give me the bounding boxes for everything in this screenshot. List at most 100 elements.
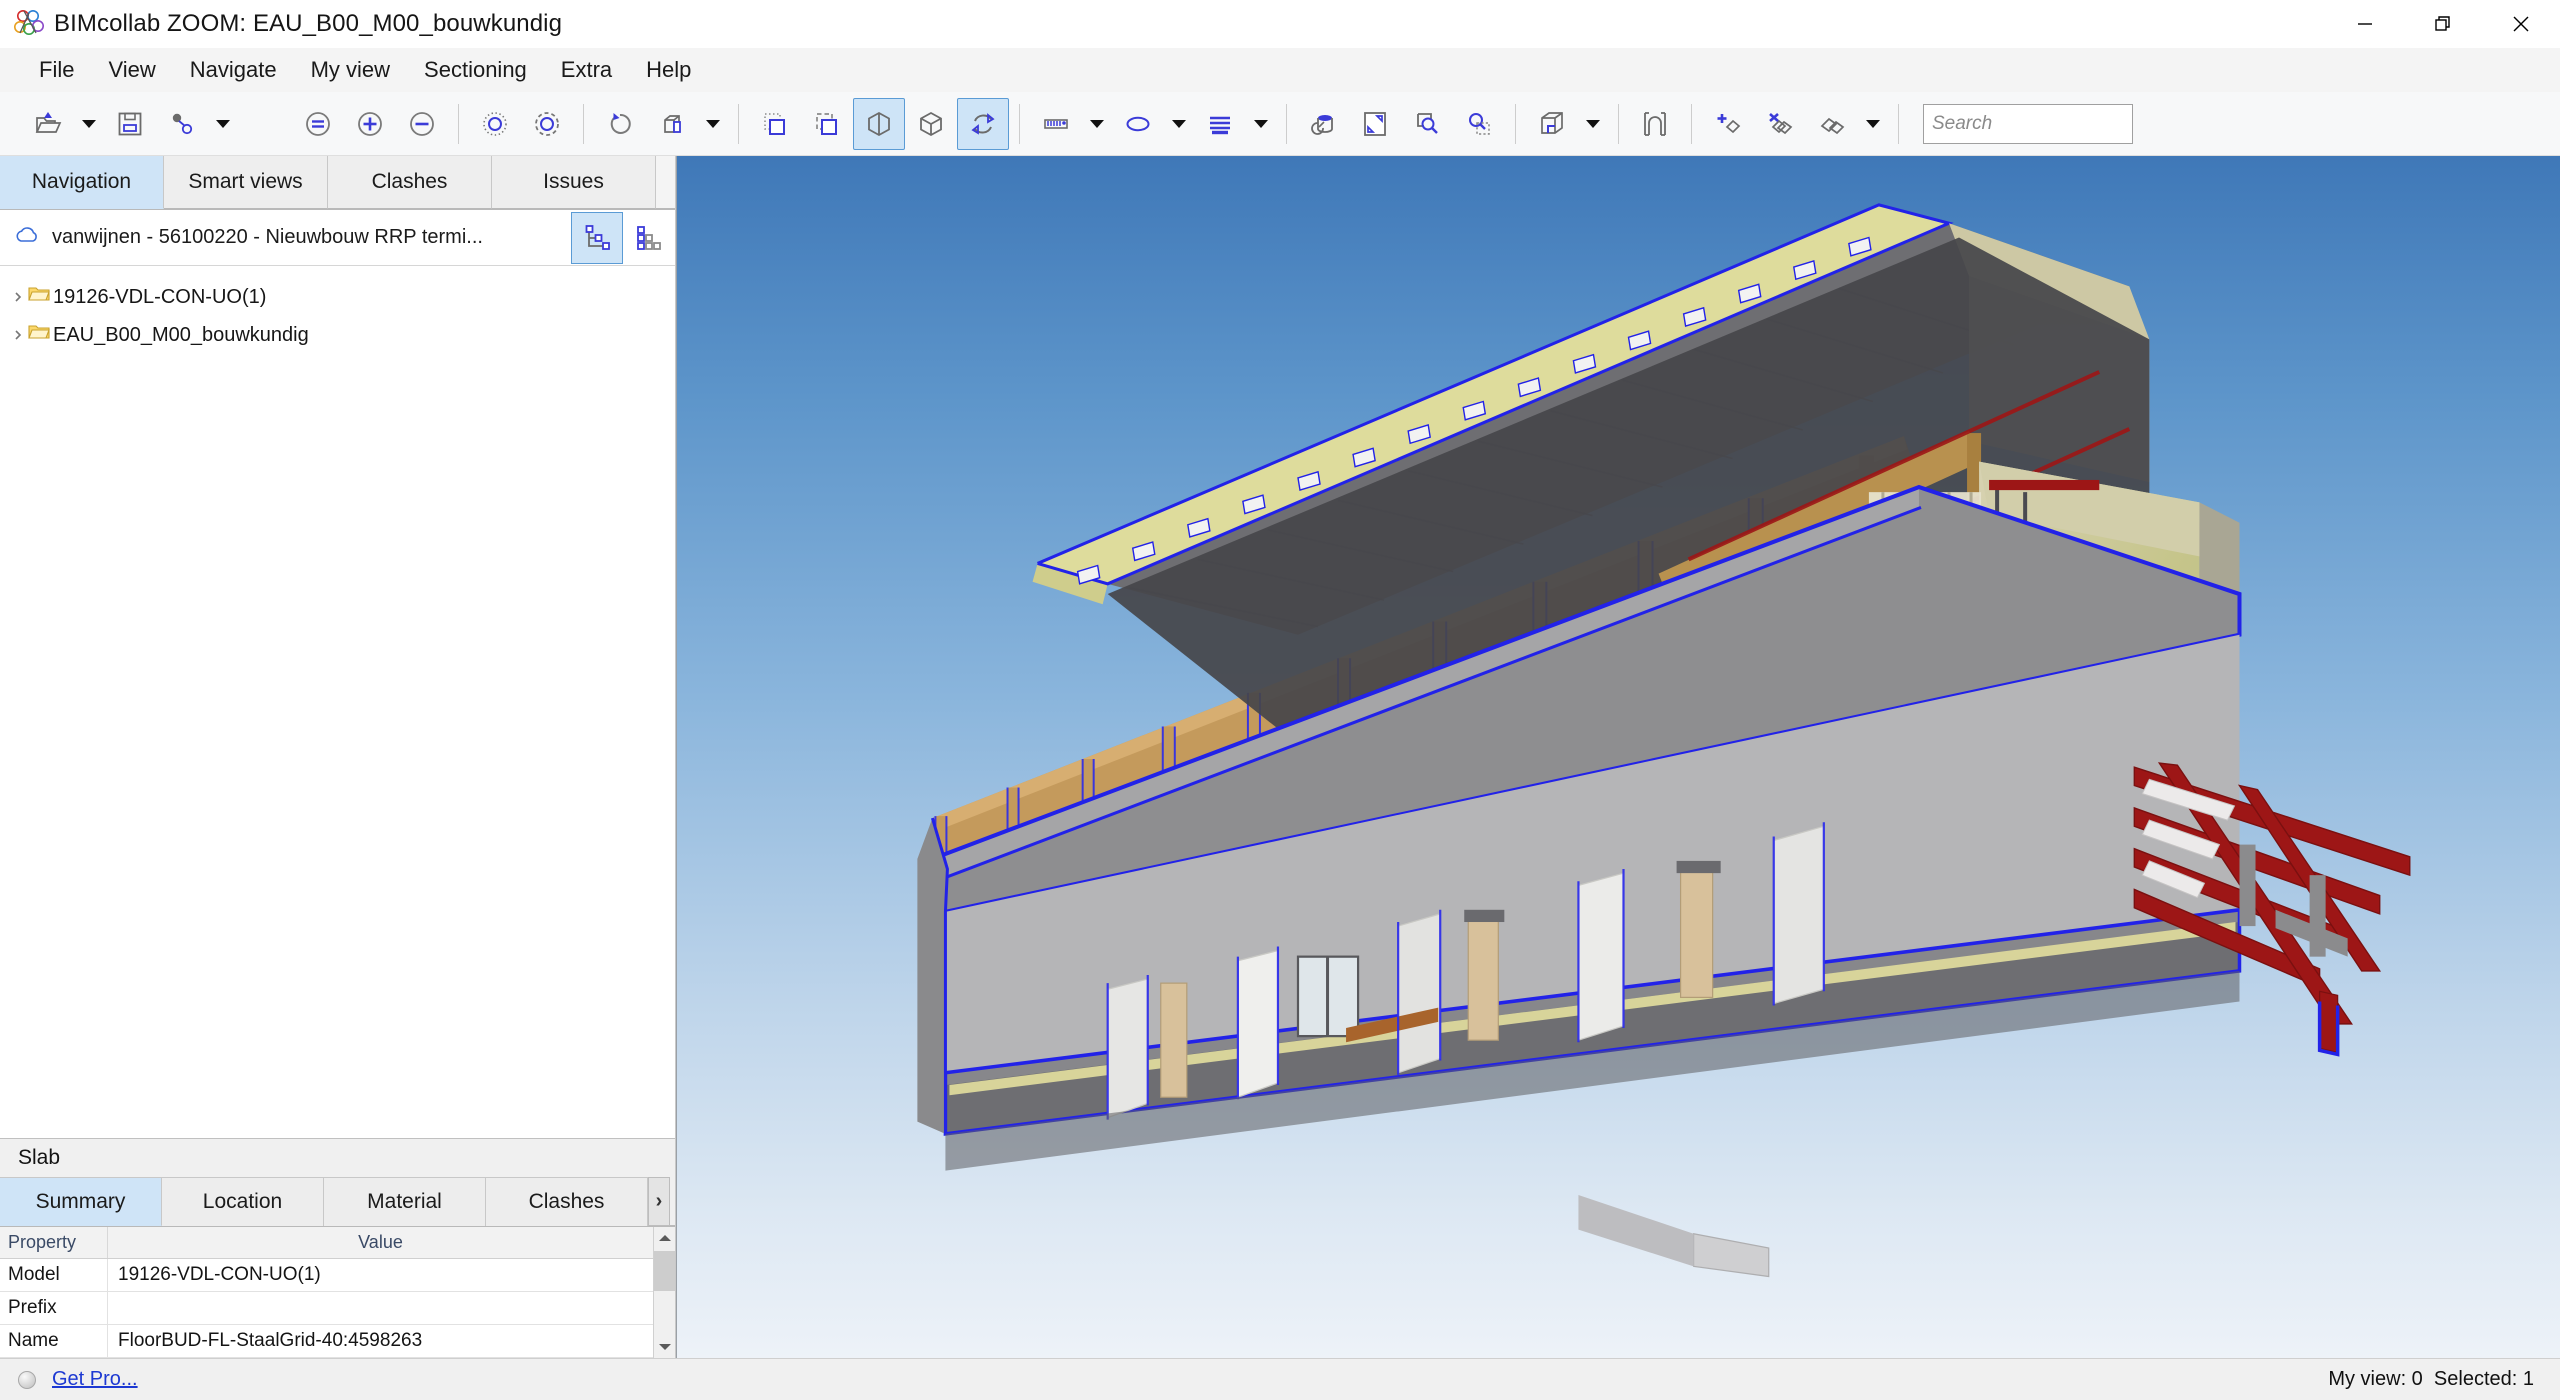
scroll-down-icon[interactable] bbox=[654, 1336, 675, 1358]
scroll-up-icon[interactable] bbox=[654, 1227, 675, 1249]
link-node-dropdown-arrow[interactable] bbox=[208, 98, 238, 150]
window-controls bbox=[2326, 0, 2560, 48]
save-icon[interactable] bbox=[104, 98, 156, 150]
open-model-icon[interactable] bbox=[22, 98, 74, 150]
tabstrip-filler bbox=[656, 156, 675, 209]
measure-icon[interactable] bbox=[1030, 98, 1082, 150]
left-panel: Navigation Smart views Clashes Issues va… bbox=[0, 156, 676, 1358]
close-button[interactable] bbox=[2482, 0, 2560, 48]
menu-view[interactable]: View bbox=[91, 53, 172, 87]
3d-building-model bbox=[677, 156, 2560, 1358]
menu-sectioning[interactable]: Sectioning bbox=[407, 53, 544, 87]
table-row[interactable]: Model 19126-VDL-CON-UO(1) bbox=[0, 1259, 653, 1292]
menu-extra[interactable]: Extra bbox=[544, 53, 629, 87]
properties-column-headers: Property Value bbox=[0, 1227, 653, 1259]
zoom-out-icon[interactable] bbox=[396, 98, 448, 150]
hide-element-dropdown-arrow[interactable] bbox=[1858, 98, 1888, 150]
tree-item-model-1[interactable]: 19126-VDL-CON-UO(1) bbox=[0, 278, 675, 316]
section-view-icon[interactable] bbox=[853, 97, 905, 150]
properties-panel: Slab Summary Location Material Clashes ›… bbox=[0, 1138, 675, 1358]
restore-button[interactable] bbox=[2404, 0, 2482, 48]
orbit-icon[interactable] bbox=[957, 97, 1009, 150]
properties-grid-container: Property Value Model 19126-VDL-CON-UO(1)… bbox=[0, 1227, 675, 1358]
open-model-dropdown-arrow[interactable] bbox=[74, 98, 104, 150]
property-name: Model bbox=[0, 1259, 108, 1291]
project-name: vanwijnen - 56100220 - Nieuwbouw RRP ter… bbox=[52, 226, 483, 248]
chevron-right-icon[interactable] bbox=[12, 324, 28, 347]
marquee-select-icon[interactable] bbox=[749, 98, 801, 150]
properties-object-title: Slab bbox=[0, 1139, 675, 1177]
model-tree[interactable]: 19126-VDL-CON-UO(1) EAU_B00_M00_bouwkund… bbox=[0, 266, 675, 1138]
link-node-icon[interactable] bbox=[156, 98, 208, 150]
properties-tabstrip: Summary Location Material Clashes › bbox=[0, 1177, 675, 1227]
column-header-value[interactable]: Value bbox=[108, 1227, 653, 1258]
zoom-in-icon[interactable] bbox=[344, 98, 396, 150]
property-name: Name bbox=[0, 1325, 108, 1357]
zoom-window-icon[interactable] bbox=[1401, 98, 1453, 150]
status-bar: Get Pro... My view: 0 Selected: 1 bbox=[0, 1358, 2560, 1400]
menu-my-view[interactable]: My view bbox=[294, 53, 407, 87]
property-name: Prefix bbox=[0, 1292, 108, 1324]
zoom-fit-icon[interactable] bbox=[292, 98, 344, 150]
isolate-objects-dropdown-arrow[interactable] bbox=[698, 98, 728, 150]
menu-navigate[interactable]: Navigate bbox=[173, 53, 294, 87]
measure-dropdown-arrow[interactable] bbox=[1082, 98, 1112, 150]
remove-element-icon[interactable] bbox=[1754, 98, 1806, 150]
clip-plane-icon[interactable] bbox=[1629, 98, 1681, 150]
get-pro-link[interactable]: Get Pro... bbox=[52, 1368, 138, 1391]
ptab-clashes[interactable]: Clashes bbox=[486, 1177, 648, 1226]
layers-icon[interactable] bbox=[1194, 98, 1246, 150]
fit-to-screen-icon[interactable] bbox=[1349, 98, 1401, 150]
property-value: 19126-VDL-CON-UO(1) bbox=[118, 1264, 321, 1285]
title-bar: BIMcollab ZOOM: EAU_B00_M00_bouwkundig bbox=[0, 0, 2560, 48]
menu-file[interactable]: File bbox=[22, 53, 91, 87]
undo-icon[interactable] bbox=[594, 98, 646, 150]
cube-corner-icon[interactable] bbox=[1526, 98, 1578, 150]
hide-element-icon[interactable] bbox=[1806, 98, 1858, 150]
tree-item-model-2[interactable]: EAU_B00_M00_bouwkundig bbox=[0, 316, 675, 354]
main-toolbar bbox=[0, 92, 2560, 156]
table-row[interactable]: Prefix bbox=[0, 1292, 653, 1325]
menu-help[interactable]: Help bbox=[629, 53, 708, 87]
column-header-property[interactable]: Property bbox=[0, 1227, 108, 1258]
crossing-select-icon[interactable] bbox=[801, 98, 853, 150]
property-value: FloorBUD-FL-StaalGrid-40:4598263 bbox=[118, 1330, 423, 1351]
ellipse-dropdown-arrow[interactable] bbox=[1164, 98, 1194, 150]
tab-clashes[interactable]: Clashes bbox=[328, 156, 492, 209]
select-point-icon[interactable] bbox=[469, 98, 521, 150]
chevron-right-icon[interactable] bbox=[12, 286, 28, 309]
properties-scrollbar[interactable] bbox=[653, 1227, 675, 1358]
layers-dropdown-arrow[interactable] bbox=[1246, 98, 1276, 150]
menu-bar: File View Navigate My view Sectioning Ex… bbox=[0, 48, 2560, 92]
tab-issues[interactable]: Issues bbox=[492, 156, 656, 209]
ptab-location[interactable]: Location bbox=[162, 1177, 324, 1226]
scrollbar-track[interactable] bbox=[654, 1291, 675, 1336]
3d-model-viewport[interactable] bbox=[676, 156, 2560, 1358]
ptab-scroll-next-button[interactable]: › bbox=[648, 1177, 670, 1226]
bimcollab-zoom-window: BIMcollab ZOOM: EAU_B00_M00_bouwkundig F… bbox=[0, 0, 2560, 1400]
ptab-summary[interactable]: Summary bbox=[0, 1177, 162, 1226]
paint-bucket-icon[interactable] bbox=[1297, 98, 1349, 150]
cube-corner-dropdown-arrow[interactable] bbox=[1578, 98, 1608, 150]
ptab-material[interactable]: Material bbox=[324, 1177, 486, 1226]
ellipse-icon[interactable] bbox=[1112, 98, 1164, 150]
tree-item-label: 19126-VDL-CON-UO(1) bbox=[53, 285, 267, 308]
tree-structure-icon[interactable] bbox=[571, 211, 623, 264]
tab-smart-views[interactable]: Smart views bbox=[164, 156, 328, 209]
scrollbar-thumb[interactable] bbox=[654, 1251, 675, 1291]
add-element-icon[interactable] bbox=[1702, 98, 1754, 150]
table-row[interactable]: Name FloorBUD-FL-StaalGrid-40:4598263 bbox=[0, 1325, 653, 1358]
isolate-objects-icon[interactable] bbox=[646, 98, 698, 150]
bimcollab-logo-icon bbox=[12, 7, 46, 41]
tree-item-label: EAU_B00_M00_bouwkundig bbox=[53, 323, 309, 346]
search-input[interactable] bbox=[1923, 103, 2133, 144]
zoom-selection-icon[interactable] bbox=[1453, 98, 1505, 150]
grid-matrix-icon[interactable] bbox=[623, 212, 675, 264]
minimize-button[interactable] bbox=[2326, 0, 2404, 48]
select-area-icon[interactable] bbox=[521, 98, 573, 150]
box-view-icon[interactable] bbox=[905, 98, 957, 150]
ptabstrip-filler bbox=[670, 1177, 675, 1226]
tab-navigation[interactable]: Navigation bbox=[0, 156, 164, 209]
cloud-icon bbox=[14, 225, 40, 250]
window-title: BIMcollab ZOOM: EAU_B00_M00_bouwkundig bbox=[54, 10, 563, 37]
